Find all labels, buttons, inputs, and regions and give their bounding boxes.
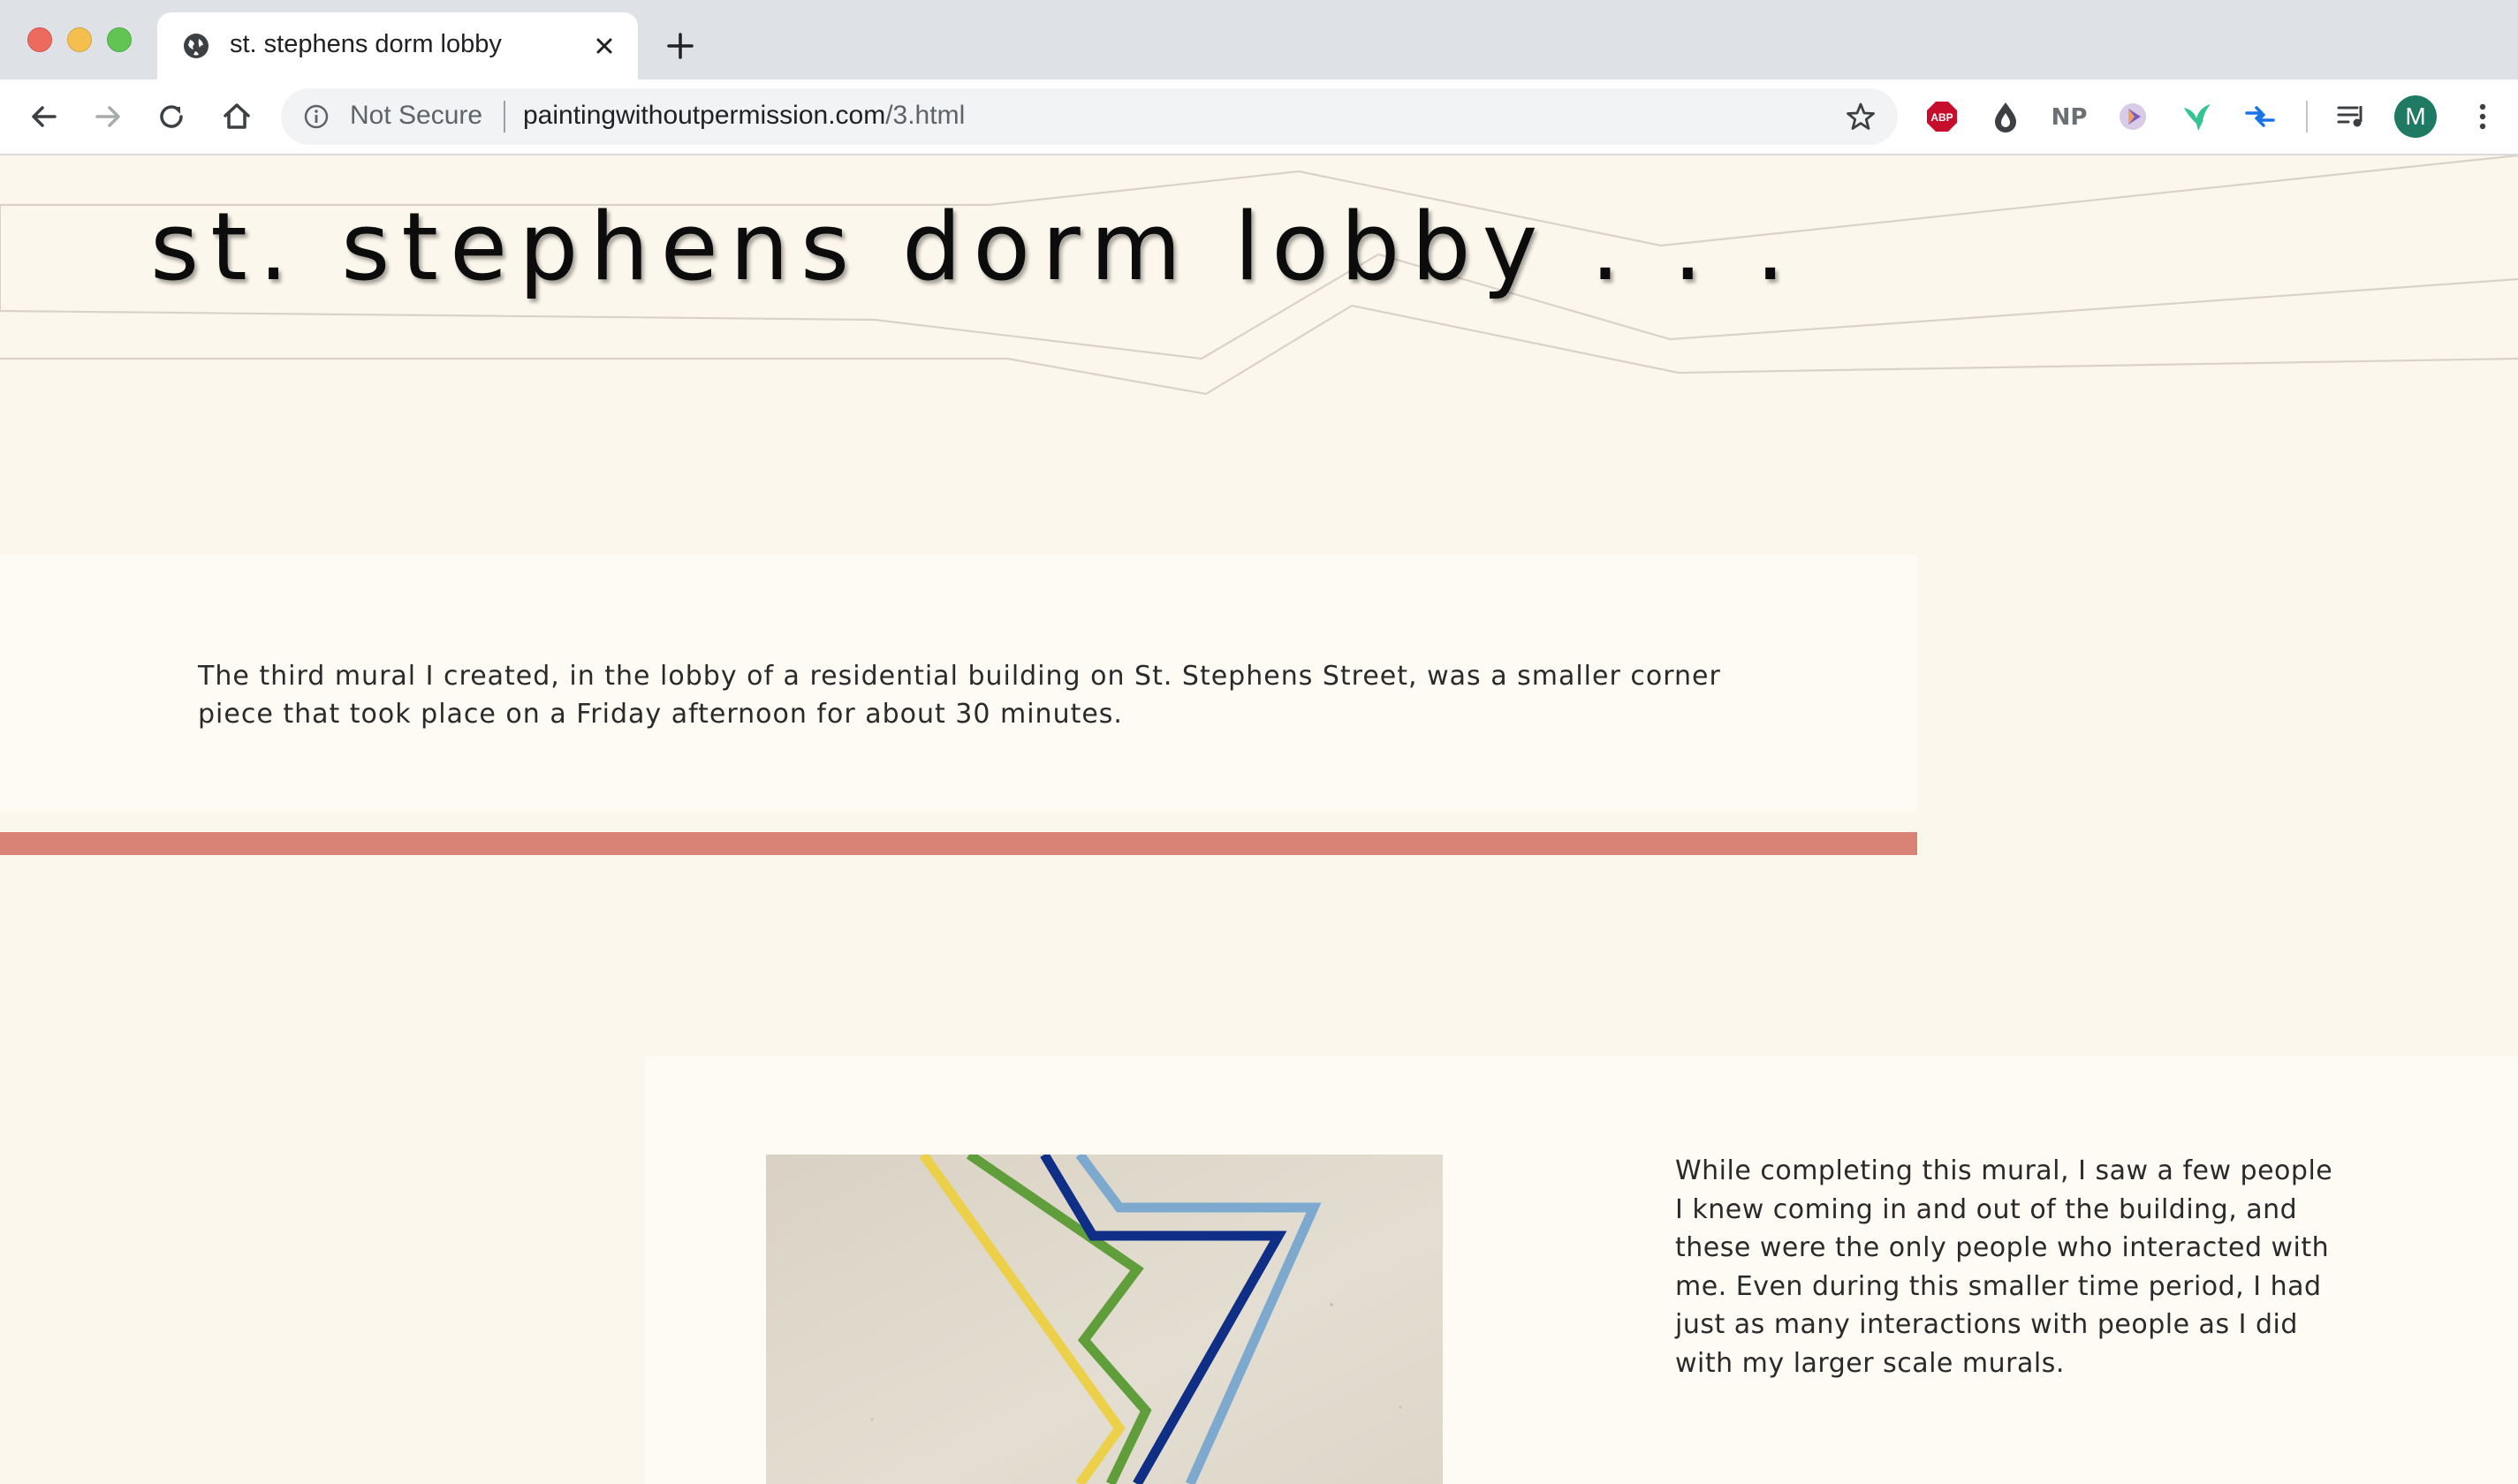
media-controls-icon[interactable] bbox=[2334, 99, 2370, 134]
mural-description: While completing this mural, I saw a few… bbox=[1675, 1155, 2333, 1379]
minimize-window-button[interactable] bbox=[67, 27, 92, 52]
browser-toolbar: Not Secure paintingwithoutpermission.com… bbox=[0, 80, 2518, 155]
close-tab-icon[interactable] bbox=[590, 32, 618, 60]
page-title: st. stephens dorm lobby . . . bbox=[150, 193, 1797, 301]
bird-icon[interactable] bbox=[2179, 99, 2214, 134]
intro-paragraph: The third mural I created, in the lobby … bbox=[198, 661, 1721, 730]
tab-title: st. stephens dorm lobby bbox=[230, 30, 502, 58]
play-icon[interactable] bbox=[2115, 99, 2150, 134]
extensions-divider bbox=[2306, 101, 2308, 132]
security-label[interactable]: Not Secure bbox=[350, 101, 482, 131]
mural-section: While completing this mural, I saw a few… bbox=[645, 1056, 2518, 1484]
arrows-icon[interactable] bbox=[2242, 99, 2278, 134]
kebab-menu-icon[interactable] bbox=[2465, 99, 2500, 134]
address-divider bbox=[504, 101, 505, 132]
address-bar[interactable]: Not Secure paintingwithoutpermission.com… bbox=[281, 88, 1898, 145]
globe-icon bbox=[184, 34, 209, 58]
abp-label: ABP bbox=[1930, 111, 1953, 124]
forward-arrow-icon[interactable] bbox=[90, 99, 125, 134]
active-tab[interactable]: st. stephens dorm lobby bbox=[157, 12, 638, 80]
home-icon[interactable] bbox=[219, 99, 254, 134]
back-arrow-icon[interactable] bbox=[27, 99, 62, 134]
np-icon[interactable]: NP bbox=[2052, 99, 2087, 134]
url-domain: paintingwithoutpermission.com bbox=[523, 101, 886, 130]
url-text[interactable]: paintingwithoutpermission.com/3.html bbox=[523, 101, 965, 131]
close-window-button[interactable] bbox=[27, 27, 52, 52]
web-page: st. stephens dorm lobby . . . The third … bbox=[0, 155, 2518, 1484]
np-label: NP bbox=[2052, 104, 2087, 131]
url-path: /3.html bbox=[885, 101, 966, 130]
adblock-plus-icon[interactable]: ABP bbox=[1924, 99, 1960, 134]
info-icon[interactable] bbox=[302, 102, 330, 131]
reload-icon[interactable] bbox=[154, 99, 189, 134]
drop-icon[interactable] bbox=[1988, 99, 2023, 134]
zoom-window-button[interactable] bbox=[107, 27, 132, 52]
mural-photo bbox=[766, 1155, 1443, 1484]
profile-avatar[interactable]: M bbox=[2394, 95, 2437, 138]
intro-section: The third mural I created, in the lobby … bbox=[0, 555, 1917, 811]
bookmark-star-icon[interactable] bbox=[1845, 101, 1877, 132]
tab-strip: st. stephens dorm lobby bbox=[0, 0, 2518, 80]
accent-divider bbox=[0, 832, 1917, 855]
new-tab-icon[interactable] bbox=[664, 30, 696, 62]
